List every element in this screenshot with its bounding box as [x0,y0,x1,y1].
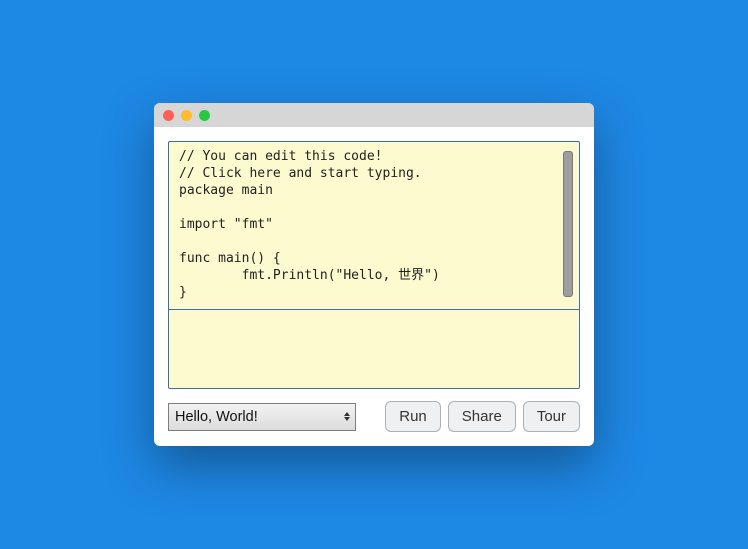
output-pane [169,310,579,388]
tour-button[interactable]: Tour [523,401,580,432]
example-select[interactable]: Hello, World! [168,403,356,431]
code-text[interactable]: // You can edit this code! // Click here… [169,142,579,307]
controls-row: Hello, World! Run Share Tour [168,401,580,432]
run-button[interactable]: Run [385,401,441,432]
app-window: // You can edit this code! // Click here… [154,103,594,446]
window-titlebar [154,103,594,127]
playground-panel: // You can edit this code! // Click here… [168,141,580,389]
close-icon[interactable] [163,110,174,121]
share-button[interactable]: Share [448,401,516,432]
zoom-icon[interactable] [199,110,210,121]
code-editor[interactable]: // You can edit this code! // Click here… [169,142,579,310]
minimize-icon[interactable] [181,110,192,121]
window-content: // You can edit this code! // Click here… [154,127,594,446]
editor-scrollbar[interactable] [563,151,573,297]
